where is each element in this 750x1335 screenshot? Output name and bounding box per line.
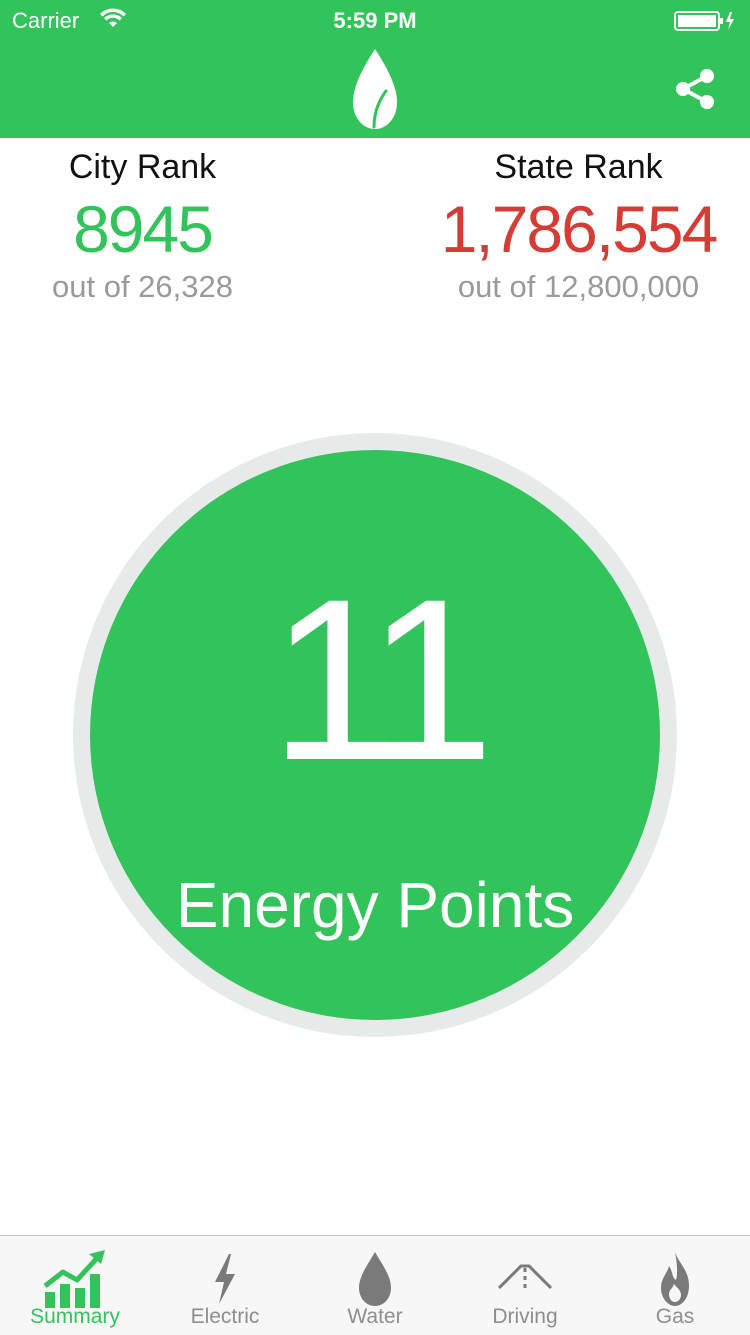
road-icon: [493, 1248, 557, 1310]
city-rank-title: City Rank: [68, 148, 217, 186]
tab-electric[interactable]: Electric: [150, 1236, 300, 1335]
state-rank-total: out of 12,800,000: [457, 269, 700, 304]
app-header: Carrier 5:59 PM: [0, 0, 750, 138]
tab-summary-label: Summary: [30, 1305, 120, 1328]
leaf-icon: [352, 47, 398, 131]
energy-points-value: 11: [269, 551, 495, 808]
tab-summary[interactable]: Summary: [0, 1236, 150, 1335]
tab-bar: Summary Electric Water Driving Gas: [0, 1235, 750, 1335]
share-icon[interactable]: [674, 68, 716, 110]
state-rank-panel: State Rank 1,786,554 out of 12,800,000: [391, 148, 750, 305]
energy-points-label: Energy Points: [175, 869, 575, 941]
battery-icon: [674, 10, 736, 32]
state-rank-value: 1,786,554: [440, 192, 719, 266]
tab-water-label: Water: [347, 1305, 403, 1328]
water-drop-icon: [343, 1248, 407, 1310]
city-rank-panel: City Rank 8945 out of 26,328: [0, 148, 330, 305]
tab-water[interactable]: Water: [300, 1236, 450, 1335]
lightning-icon: [193, 1248, 257, 1310]
flame-icon: [643, 1248, 707, 1310]
status-time: 5:59 PM: [333, 8, 417, 33]
chart-trend-icon: [43, 1248, 107, 1310]
tab-driving[interactable]: Driving: [450, 1236, 600, 1335]
tab-electric-label: Electric: [190, 1305, 260, 1328]
city-rank-total: out of 26,328: [52, 269, 233, 304]
city-rank-value: 8945: [73, 192, 214, 266]
tab-gas[interactable]: Gas: [600, 1236, 750, 1335]
tab-driving-label: Driving: [492, 1305, 558, 1328]
state-rank-title: State Rank: [494, 148, 663, 186]
tab-gas-label: Gas: [655, 1305, 695, 1328]
status-bar: Carrier 5:59 PM: [0, 0, 750, 40]
